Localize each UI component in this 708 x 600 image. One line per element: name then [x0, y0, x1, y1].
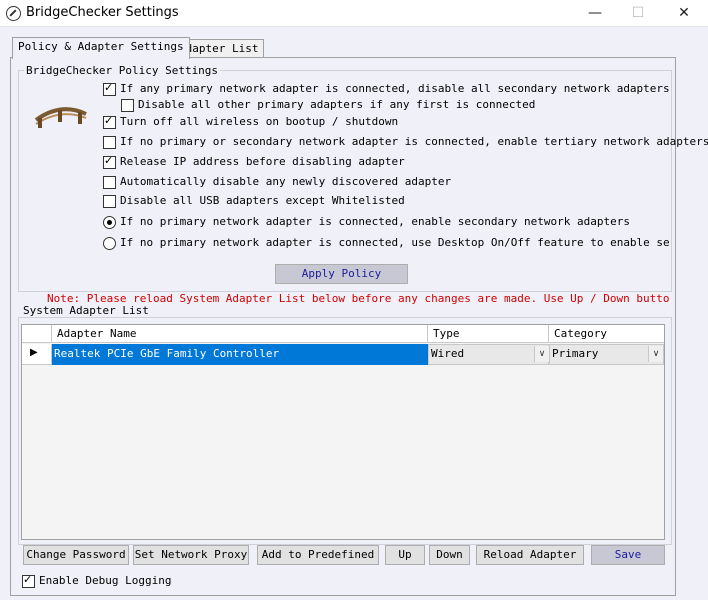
category-combo[interactable]: Primary ∨: [549, 344, 664, 365]
add-to-predefined-button[interactable]: Add to Predefined: [257, 545, 379, 565]
checkbox-turn-off-wireless[interactable]: [103, 114, 116, 129]
reload-adapter-button[interactable]: Reload Adapter: [476, 545, 584, 565]
row-header-corner: [22, 325, 52, 343]
option-label-auto-disable-new: Automatically disable any newly discover…: [120, 175, 452, 188]
system-adapter-group-title: System Adapter List: [21, 304, 151, 317]
chevron-down-icon[interactable]: ∨: [648, 346, 663, 362]
down-button[interactable]: Down: [429, 545, 470, 565]
row-pointer-icon: ▶: [30, 347, 38, 358]
table-row-adapter-name[interactable]: Realtek PCIe GbE Family Controller: [52, 344, 428, 365]
checkbox-auto-disable-new[interactable]: [103, 176, 116, 189]
maximize-button[interactable]: ☐: [615, 0, 661, 26]
radio-desktop-onoff[interactable]: [103, 237, 116, 250]
type-combo[interactable]: Wired ∨: [428, 344, 549, 365]
option-label-release-ip: Release IP address before disabling adap…: [120, 155, 405, 168]
checkbox-enable-tertiary[interactable]: [103, 136, 116, 149]
option-label-turn-off-wireless: Turn off all wireless on bootup / shutdo…: [120, 115, 399, 128]
column-header-type[interactable]: Type: [428, 325, 549, 343]
tab-policy-adapter-settings[interactable]: Policy & Adapter Settings: [12, 37, 190, 59]
bridge-icon: [34, 107, 87, 128]
option-label-enable-tertiary: If no primary or secondary network adapt…: [120, 135, 708, 148]
enable-debug-logging-label: Enable Debug Logging: [39, 574, 172, 587]
minimize-button[interactable]: —: [572, 0, 618, 26]
radio-enable-secondary[interactable]: [103, 216, 116, 229]
save-button[interactable]: Save: [591, 545, 665, 565]
change-password-button[interactable]: Change Password: [23, 545, 129, 565]
option-label-disable-usb: Disable all USB adapters except Whitelis…: [120, 194, 405, 207]
checkbox-enable-debug-logging[interactable]: [22, 573, 35, 588]
set-network-proxy-button[interactable]: Set Network Proxy: [133, 545, 249, 565]
column-header-adapter-name[interactable]: Adapter Name: [52, 325, 428, 343]
window-title: BridgeChecker Settings: [26, 5, 179, 20]
checkbox-disable-other-primary[interactable]: [121, 99, 134, 112]
policy-settings-group-title: BridgeChecker Policy Settings: [24, 64, 221, 77]
option-label-disable-other-primary: Disable all other primary adapters if an…: [138, 98, 536, 111]
close-button[interactable]: ✕: [661, 0, 707, 26]
column-header-category[interactable]: Category: [549, 325, 664, 343]
app-icon: [6, 6, 21, 21]
adapter-grid[interactable]: Adapter Name Type Category ▶ Realtek PCI…: [21, 324, 665, 540]
type-combo-value: Wired: [431, 347, 465, 360]
option-label-desktop-onoff: If no primary network adapter is connect…: [120, 236, 670, 249]
checkbox-release-ip[interactable]: [103, 154, 116, 169]
apply-policy-button[interactable]: Apply Policy: [275, 264, 408, 284]
chevron-down-icon[interactable]: ∨: [534, 346, 549, 362]
title-bar: BridgeChecker Settings — ☐ ✕: [0, 0, 708, 27]
option-label-enable-secondary: If no primary network adapter is connect…: [120, 215, 630, 228]
up-button[interactable]: Up: [385, 545, 425, 565]
checkbox-disable-secondary[interactable]: [103, 81, 116, 96]
row-selector[interactable]: ▶: [22, 344, 52, 365]
option-label-disable-secondary: If any primary network adapter is connec…: [120, 82, 670, 95]
category-combo-value: Primary: [552, 347, 599, 360]
checkbox-disable-usb[interactable]: [103, 195, 116, 208]
